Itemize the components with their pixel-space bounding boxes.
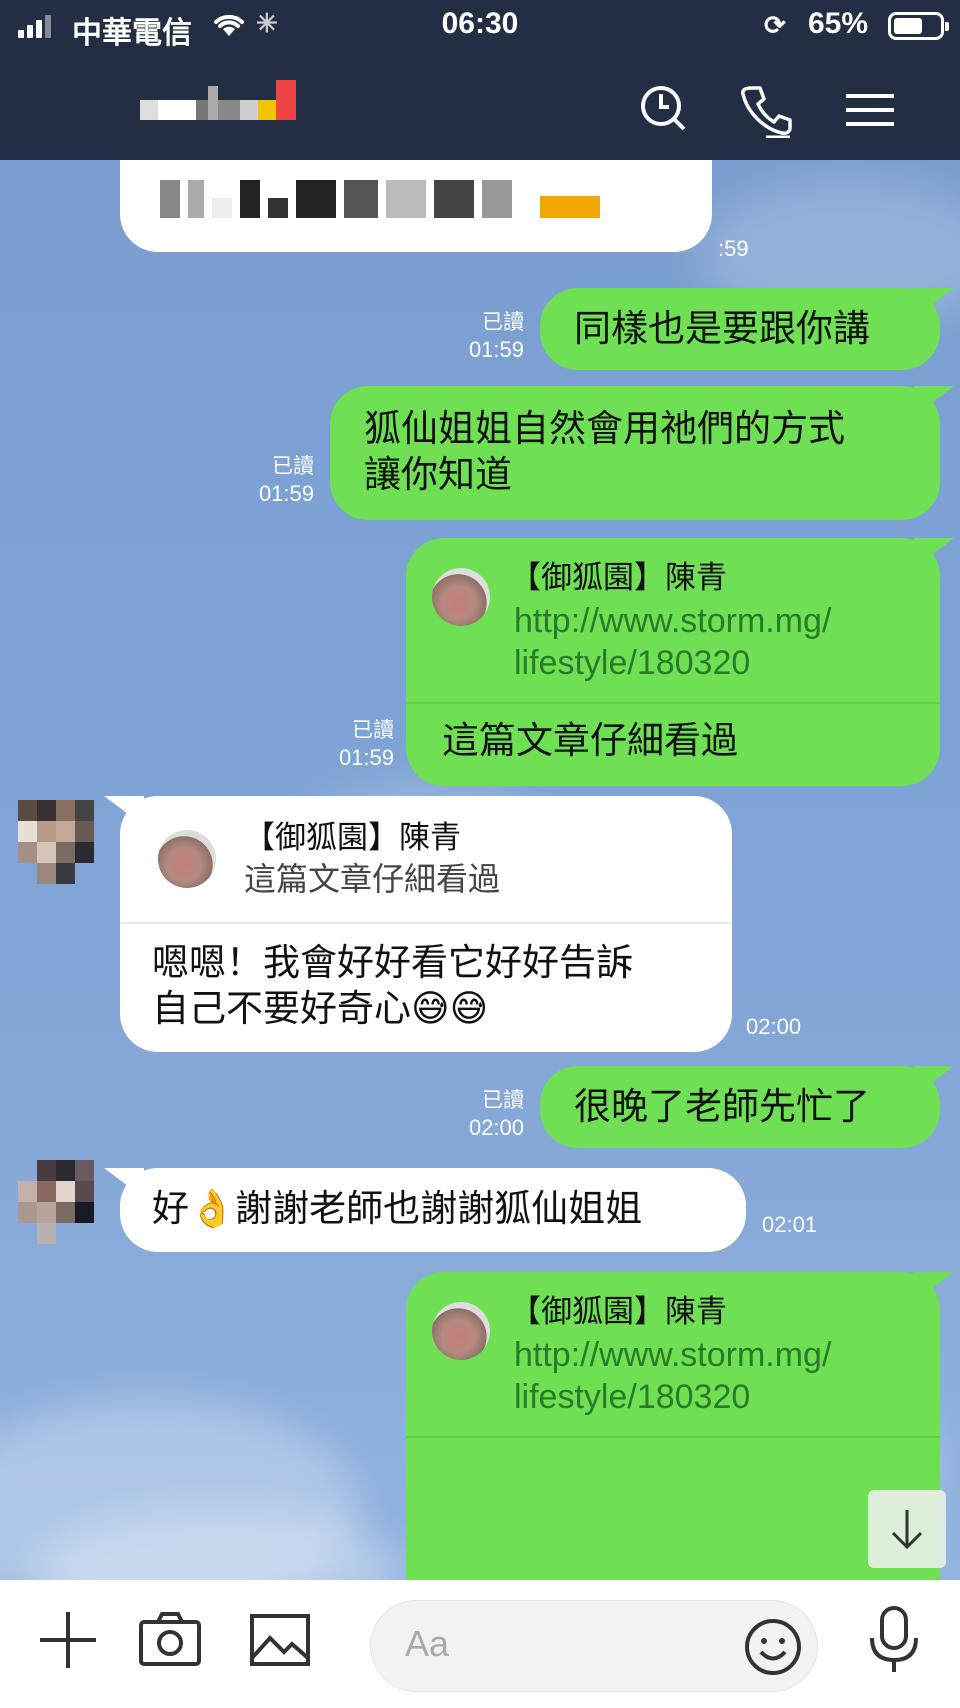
battery-icon: [888, 12, 949, 40]
link-thumbnail: [432, 1302, 490, 1360]
link-preview-bubble[interactable]: 【御狐園】陳青 http://www.storm.mg/ lifestyle/1…: [406, 538, 940, 786]
divider: [406, 702, 940, 704]
timestamp: 01:59: [338, 745, 394, 770]
avatar[interactable]: [18, 1160, 94, 1246]
message-bubble-incoming[interactable]: 好👌謝謝老師也謝謝狐仙姐姐: [120, 1168, 746, 1252]
contact-name-pixelated[interactable]: [140, 78, 305, 120]
avatar[interactable]: [18, 800, 94, 886]
battery-percent: 65%: [808, 7, 869, 40]
message-text-line: 嗯嗯！我會好好看它好好告訴: [152, 941, 633, 984]
message-bubble-incoming[interactable]: 【御狐園】陳青 這篇文章仔細看過 嗯嗯！我會好好看它好好告訴 自己不要好奇心😅😅: [120, 796, 732, 1052]
read-receipt: 已讀 01:59: [230, 452, 314, 508]
message-text-line: 自己不要好奇心: [152, 987, 411, 1030]
divider: [406, 1436, 940, 1438]
link-thumbnail: [432, 568, 490, 626]
image-icon[interactable]: [248, 1608, 312, 1672]
search-icon[interactable]: [636, 82, 692, 138]
phone-icon[interactable]: [738, 82, 794, 138]
read-label: 已讀: [272, 454, 314, 478]
message-text: 同樣也是要跟你講: [574, 307, 870, 350]
timestamp: 02:00: [746, 1014, 802, 1039]
link-url-line: lifestyle/180320: [514, 644, 751, 682]
link-url-line: http://www.storm.mg/: [514, 602, 832, 640]
microphone-icon[interactable]: [862, 1604, 926, 1676]
message-bubble-outgoing[interactable]: 狐仙姐姐自然會用祂們的方式 讓你知道: [330, 386, 940, 520]
input-placeholder: Aa: [405, 1623, 450, 1664]
message-bubble-outgoing[interactable]: 同樣也是要跟你講: [540, 288, 940, 370]
message-text: 嗯嗯！我會好好看它好好告訴 自己不要好奇心😅😅: [152, 940, 633, 1032]
link-url[interactable]: http://www.storm.mg/ lifestyle/180320: [514, 600, 831, 684]
scroll-to-bottom-button[interactable]: [868, 1490, 946, 1568]
message-text-line: 狐仙姐姐自然會用祂們的方式: [364, 407, 845, 450]
plus-icon[interactable]: [36, 1608, 100, 1672]
message-text: 很晚了老師先忙了: [574, 1085, 870, 1128]
timestamp: 02:01: [762, 1212, 818, 1237]
read-label: 已讀: [482, 1088, 524, 1112]
input-bar: Aa: [0, 1580, 960, 1708]
message-text: 好: [152, 1187, 189, 1230]
timestamp: :59: [718, 236, 749, 261]
message-text: 這篇文章仔細看過: [442, 719, 738, 762]
camera-icon[interactable]: [138, 1608, 202, 1672]
read-receipt: 已讀 01:59: [440, 308, 524, 364]
timestamp: 02:00: [468, 1115, 524, 1140]
message-text-line: 讓你知道: [364, 453, 512, 496]
divider: [120, 922, 732, 924]
read-label: 已讀: [352, 718, 394, 742]
link-title: 【御狐園】陳青: [510, 560, 727, 596]
quote-title: 【御狐園】陳青: [244, 820, 461, 856]
ok-hand-emoji: 👌: [189, 1187, 236, 1230]
pixelated-text: [160, 180, 600, 218]
message-bubble-outgoing[interactable]: 很晚了老師先忙了: [540, 1066, 940, 1148]
timestamp: 01:59: [258, 481, 314, 506]
read-receipt: 已讀 01:59: [310, 716, 394, 772]
rotation-lock-icon: ⟳: [764, 10, 786, 40]
link-url[interactable]: http://www.storm.mg/ lifestyle/180320: [514, 1334, 831, 1418]
chat-area[interactable]: :59 已讀 01:59 同樣也是要跟你講 已讀 01:59 狐仙姐姐自然會用祂…: [0, 160, 960, 1580]
message-text: 謝謝老師也謝謝狐仙姐姐: [235, 1187, 643, 1230]
link-url-line: lifestyle/180320: [514, 1378, 751, 1416]
arrow-down-icon: [891, 1510, 923, 1550]
link-url-line: http://www.storm.mg/: [514, 1336, 832, 1374]
read-receipt: 已讀 02:00: [436, 1086, 524, 1142]
quote-text: 這篇文章仔細看過: [244, 860, 501, 898]
link-title: 【御狐園】陳青: [510, 1294, 727, 1330]
link-preview-bubble[interactable]: 【御狐園】陳青 http://www.storm.mg/ lifestyle/1…: [406, 1272, 940, 1580]
message-input[interactable]: Aa: [370, 1600, 818, 1692]
read-label: 已讀: [482, 310, 524, 334]
timestamp: 01:59: [468, 337, 524, 362]
sweat-smile-emoji: 😅: [411, 987, 450, 1030]
menu-icon[interactable]: [842, 82, 898, 138]
emoji-icon[interactable]: [743, 1617, 803, 1677]
status-bar: 中華電信 ✳ 06:30 ⟳ 65%: [0, 0, 960, 52]
sweat-smile-emoji: 😅: [449, 987, 489, 1030]
chat-header: [0, 52, 960, 160]
quote-thumbnail: [158, 830, 216, 888]
message-bubble-pixelated[interactable]: [120, 160, 712, 252]
